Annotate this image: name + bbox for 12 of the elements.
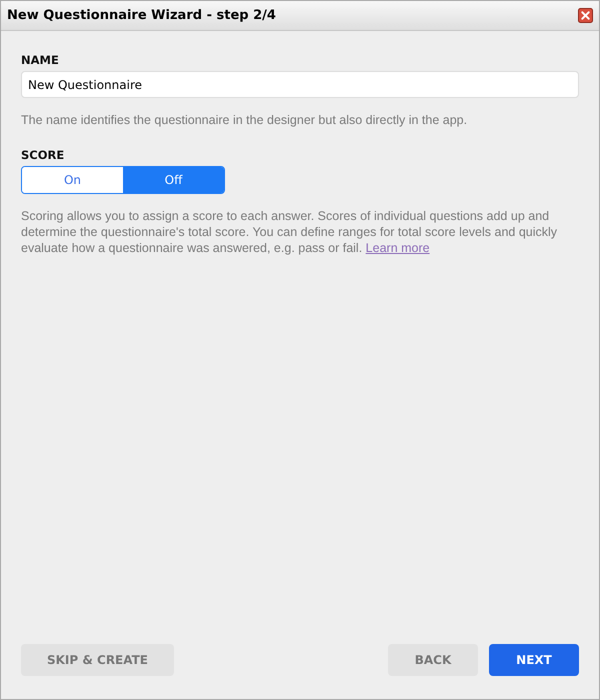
secondary-button[interactable]: BACK [388,644,478,676]
field-label: NAME [21,53,60,67]
secondary-button[interactable]: SKIP & CREATE [21,644,174,676]
learn-more-link[interactable]: Learn more [366,241,430,255]
name-input[interactable]: New Questionnaire [21,71,579,98]
close-icon[interactable] [578,8,593,23]
toggle-option[interactable]: Off [123,167,224,193]
hint-text: The name identifies the questionnaire in the designer but also directly in the app. [21,112,468,128]
primary-button[interactable]: NEXT [489,644,579,676]
window-title: New Questionnaire Wizard - step 2/4 [7,8,276,23]
description-text: Scoring allows you to assign a score to each answer. Scores of individual questions add up and determine the questionnaire's total score. You can define ranges for total score levels and quickly evaluate how a questionnaire was answered, e.g. pass or fail. Learn more [21,208,558,256]
field-label: SCORE [21,148,66,162]
